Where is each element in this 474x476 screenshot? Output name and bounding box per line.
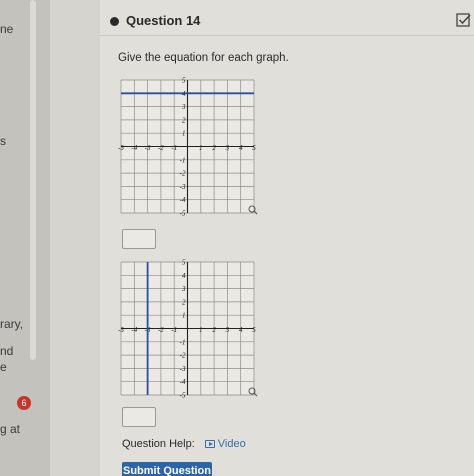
y-tick-label: -1 (180, 338, 186, 346)
y-tick-label: -3 (180, 365, 186, 373)
y-tick-label: -2 (180, 170, 186, 178)
left-panel: ne s rary, nd e g at 6 (0, 0, 50, 476)
answer-input-1[interactable] (122, 229, 156, 249)
answer-input-2[interactable] (122, 407, 156, 427)
video-link[interactable]: Video (204, 438, 246, 450)
y-tick-label: 3 (181, 285, 186, 293)
x-tick-label: -5 (118, 144, 124, 152)
x-tick-label: 4 (239, 326, 243, 334)
x-tick-label: 3 (225, 326, 230, 334)
x-tick-label: 2 (212, 326, 216, 334)
x-tick-label: 5 (252, 144, 256, 152)
scrollbar[interactable] (30, 0, 36, 360)
x-tick-label: 3 (225, 144, 230, 152)
sidebar-fragment: g at (0, 422, 21, 436)
sidebar-fragment: s (0, 134, 6, 148)
x-tick-label: -1 (171, 144, 177, 152)
y-tick-label: -4 (180, 196, 186, 204)
x-tick-label: 4 (239, 144, 243, 152)
y-tick-label: 2 (182, 116, 186, 124)
x-tick-label: -1 (171, 326, 177, 334)
video-label: Video (217, 438, 246, 450)
x-tick-label: -3 (145, 144, 151, 152)
question-title: Question 14 (126, 13, 201, 28)
x-tick-label: 2 (212, 144, 216, 152)
gutter (50, 0, 100, 476)
x-tick-label: 1 (199, 144, 203, 152)
x-tick-label: -2 (158, 326, 164, 334)
x-tick-label: -4 (131, 144, 137, 152)
graph-1: -5-4-3-2-11234554321-1-2-3-4-5 (118, 77, 258, 217)
status-bullet-icon (110, 17, 119, 26)
x-tick-label: -2 (158, 144, 164, 152)
y-tick-label: 1 (182, 130, 186, 138)
checkbox-pencil-icon[interactable] (456, 12, 472, 28)
y-tick-label: -5 (180, 210, 186, 217)
y-tick-label: -5 (180, 392, 186, 399)
y-tick-label: 3 (181, 103, 186, 111)
y-tick-label: 2 (182, 298, 186, 306)
submit-question-button[interactable]: Submit Question (122, 462, 212, 476)
graph-2: -5-4-3-2-11234554321-1-2-3-4-5 (118, 259, 258, 399)
y-tick-label: 5 (182, 77, 186, 85)
video-icon (204, 440, 215, 448)
sidebar-fragment: nd (0, 344, 14, 358)
question-help: Question Help: Video (122, 438, 246, 450)
sidebar-fragment: e (0, 360, 7, 374)
magnify-handle (253, 392, 258, 397)
question-header: Question 14 (100, 8, 474, 36)
y-tick-label: 4 (182, 272, 186, 280)
y-tick-label: 1 (182, 312, 186, 320)
sidebar-fragment: ne (0, 22, 14, 36)
y-tick-label: -3 (180, 183, 186, 191)
sidebar-fragment: rary, (0, 317, 24, 331)
notification-badge[interactable]: 6 (17, 396, 31, 410)
x-tick-label: -4 (131, 326, 137, 334)
y-tick-label: 5 (182, 259, 186, 267)
x-tick-label: -5 (118, 326, 124, 334)
y-tick-label: -1 (180, 156, 186, 164)
help-label: Question Help: (122, 438, 195, 450)
y-tick-label: -4 (180, 378, 186, 386)
question-prompt: Give the equation for each graph. (118, 52, 289, 64)
question-panel: Question 14 Give the equation for each g… (100, 0, 474, 476)
y-tick-label: -2 (180, 352, 186, 360)
magnify-handle (253, 210, 258, 215)
x-tick-label: 1 (199, 326, 203, 334)
x-tick-label: 5 (252, 326, 256, 334)
